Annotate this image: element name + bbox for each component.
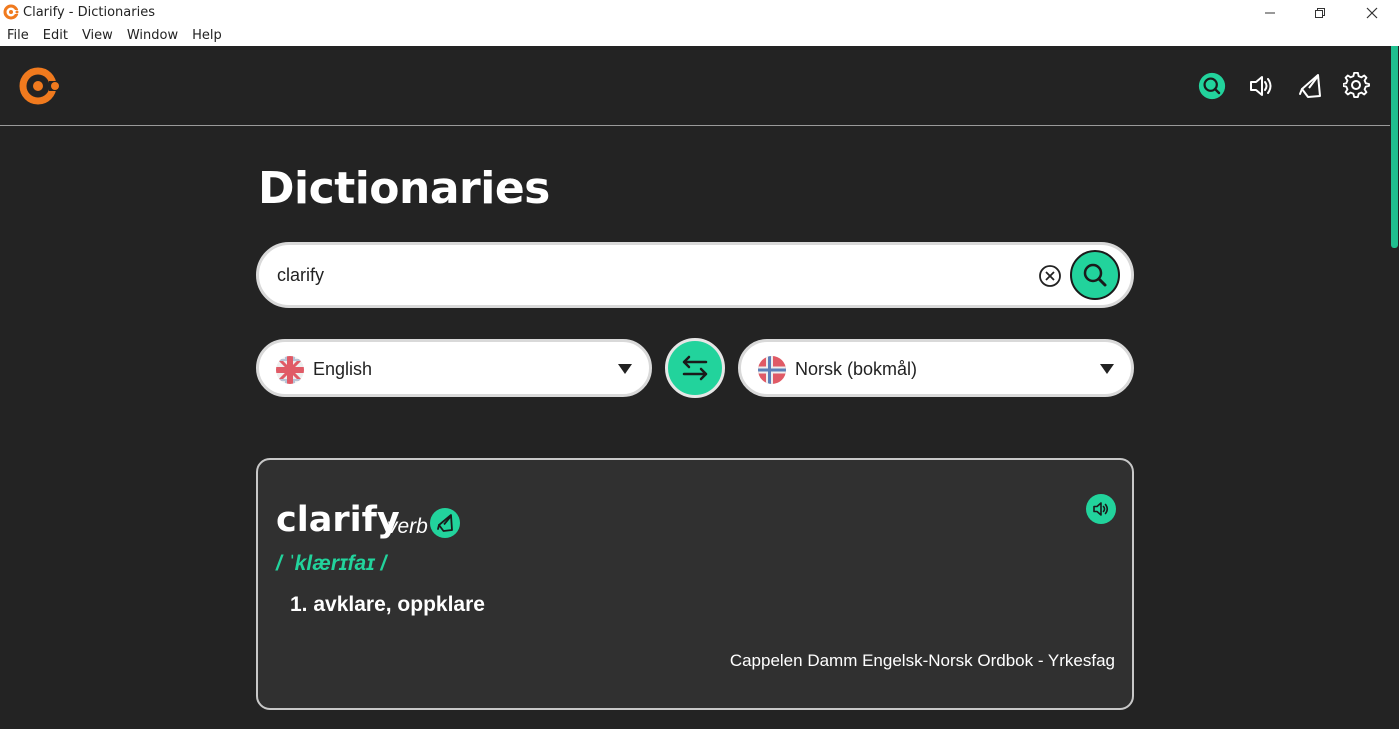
menu-file[interactable]: File	[7, 25, 29, 46]
dictionary-source: Cappelen Damm Engelsk-Norsk Ordbok - Yrk…	[729, 651, 1115, 670]
pen-icon	[1299, 74, 1321, 98]
clarify-logo-icon[interactable]	[19, 66, 61, 106]
play-pronunciation-button[interactable]	[1086, 494, 1116, 524]
source-language-select[interactable]: English	[256, 339, 652, 397]
uk-flag-icon	[276, 356, 304, 384]
target-language-select[interactable]: Norsk (bokmål)	[738, 339, 1134, 397]
part-of-speech: verb	[387, 515, 428, 538]
gear-icon	[1343, 72, 1370, 98]
clear-circle-icon	[1039, 265, 1061, 287]
restore-button[interactable]	[1297, 0, 1343, 25]
menu-edit[interactable]: Edit	[43, 25, 68, 46]
app-area: Dictionaries English	[0, 46, 1399, 729]
source-language-label: English	[313, 359, 373, 379]
write-nav-button[interactable]	[1296, 72, 1324, 100]
title-bar: Clarify - Dictionaries	[0, 0, 1399, 25]
pen-icon	[437, 514, 453, 532]
search-input[interactable]	[277, 259, 1017, 291]
search-nav-button[interactable]	[1198, 72, 1226, 100]
headword: clarify	[276, 500, 400, 540]
search-submit-button[interactable]	[1070, 250, 1120, 300]
search-icon	[1198, 72, 1226, 100]
target-language-label: Norsk (bokmål)	[795, 359, 918, 379]
minimize-icon	[1265, 12, 1275, 13]
chevron-down-icon	[1100, 364, 1114, 374]
app-header	[0, 46, 1399, 126]
menu-bar: File Edit View Window Help	[0, 25, 1399, 46]
menu-view[interactable]: View	[82, 25, 113, 46]
search-icon	[1083, 263, 1107, 287]
menu-help[interactable]: Help	[192, 25, 222, 46]
speaker-icon	[1250, 76, 1272, 96]
chevron-down-icon	[618, 364, 632, 374]
result-card: clarify verb / ˈklærɪfaɪ / 1. avklare, o…	[256, 458, 1134, 710]
close-button[interactable]	[1349, 0, 1395, 25]
settings-nav-button[interactable]	[1343, 72, 1371, 100]
norway-flag-icon	[758, 356, 786, 384]
scrollbar-thumb[interactable]	[1391, 46, 1398, 248]
clear-search-button[interactable]	[1038, 264, 1062, 288]
close-icon	[1366, 7, 1378, 18]
speaker-icon	[1093, 502, 1109, 516]
page-title: Dictionaries	[258, 163, 550, 214]
swap-languages-button[interactable]	[665, 338, 725, 398]
swap-arrows-icon	[682, 355, 708, 381]
window-title: Clarify - Dictionaries	[23, 5, 155, 20]
speech-nav-button[interactable]	[1247, 72, 1275, 100]
restore-icon	[1315, 7, 1325, 18]
write-word-button[interactable]	[430, 508, 460, 538]
menu-window[interactable]: Window	[127, 25, 178, 46]
definition-item: 1. avklare, oppklare	[290, 593, 485, 616]
minimize-button[interactable]	[1247, 0, 1293, 25]
app-logo-icon	[3, 4, 19, 20]
phonetic-transcription: / ˈklærɪfaɪ /	[276, 552, 387, 575]
search-bar	[256, 242, 1134, 308]
